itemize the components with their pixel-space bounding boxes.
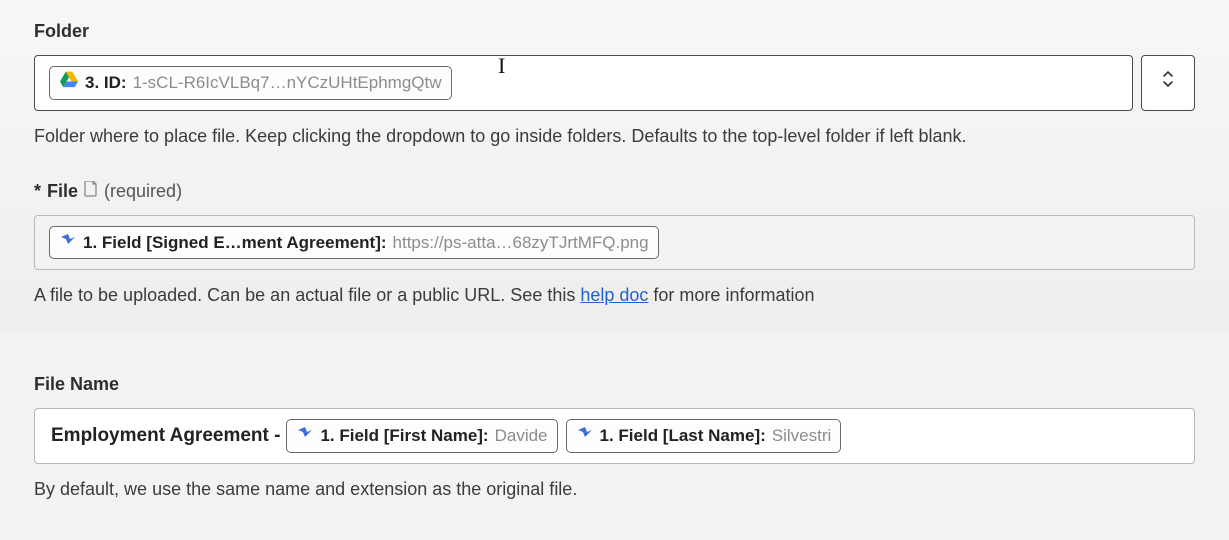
file-input[interactable]: 1. Field [Signed E…ment Agreement]: http…	[34, 215, 1195, 271]
folder-help-text: Folder where to place file. Keep clickin…	[34, 123, 1195, 150]
folder-token-value: 1-sCL-R6IcVLBq7…nYCzUHtEphmgQtw	[133, 70, 442, 96]
gdrive-icon	[59, 70, 79, 96]
file-token[interactable]: 1. Field [Signed E…ment Agreement]: http…	[49, 226, 659, 260]
zap-icon	[59, 230, 77, 256]
file-label: * File (required)	[34, 178, 1195, 205]
filename-input[interactable]: Employment Agreement - 1. Field [First N…	[34, 408, 1195, 464]
filename-token-label: 1. Field [Last Name]:	[600, 423, 766, 449]
zap-icon	[576, 423, 594, 449]
file-icon	[84, 178, 98, 205]
folder-dropdown-button[interactable]	[1141, 55, 1195, 111]
folder-token-label: 3. ID:	[85, 70, 127, 96]
filename-help-text: By default, we use the same name and ext…	[34, 476, 1195, 503]
filename-token-value: Silvestri	[772, 423, 832, 449]
folder-label: Folder	[34, 18, 1195, 45]
filename-label: File Name	[34, 371, 1195, 398]
filename-prefix-text: Employment Agreement -	[49, 422, 286, 451]
filename-token-firstname[interactable]: 1. Field [First Name]: Davide	[286, 419, 557, 453]
folder-token[interactable]: 3. ID: 1-sCL-R6IcVLBq7…nYCzUHtEphmgQtw	[49, 66, 452, 100]
file-help-text: A file to be uploaded. Can be an actual …	[34, 282, 1195, 309]
folder-input[interactable]: 3. ID: 1-sCL-R6IcVLBq7…nYCzUHtEphmgQtw	[34, 55, 1133, 111]
file-token-label: 1. Field [Signed E…ment Agreement]:	[83, 230, 387, 256]
filename-token-value: Davide	[495, 423, 548, 449]
file-token-value: https://ps-atta…68zyTJrtMFQ.png	[393, 230, 649, 256]
filename-token-lastname[interactable]: 1. Field [Last Name]: Silvestri	[566, 419, 842, 453]
zap-icon	[296, 423, 314, 449]
chevron-up-down-icon	[1161, 68, 1175, 98]
filename-token-label: 1. Field [First Name]:	[320, 423, 488, 449]
help-doc-link[interactable]: help doc	[580, 285, 648, 305]
